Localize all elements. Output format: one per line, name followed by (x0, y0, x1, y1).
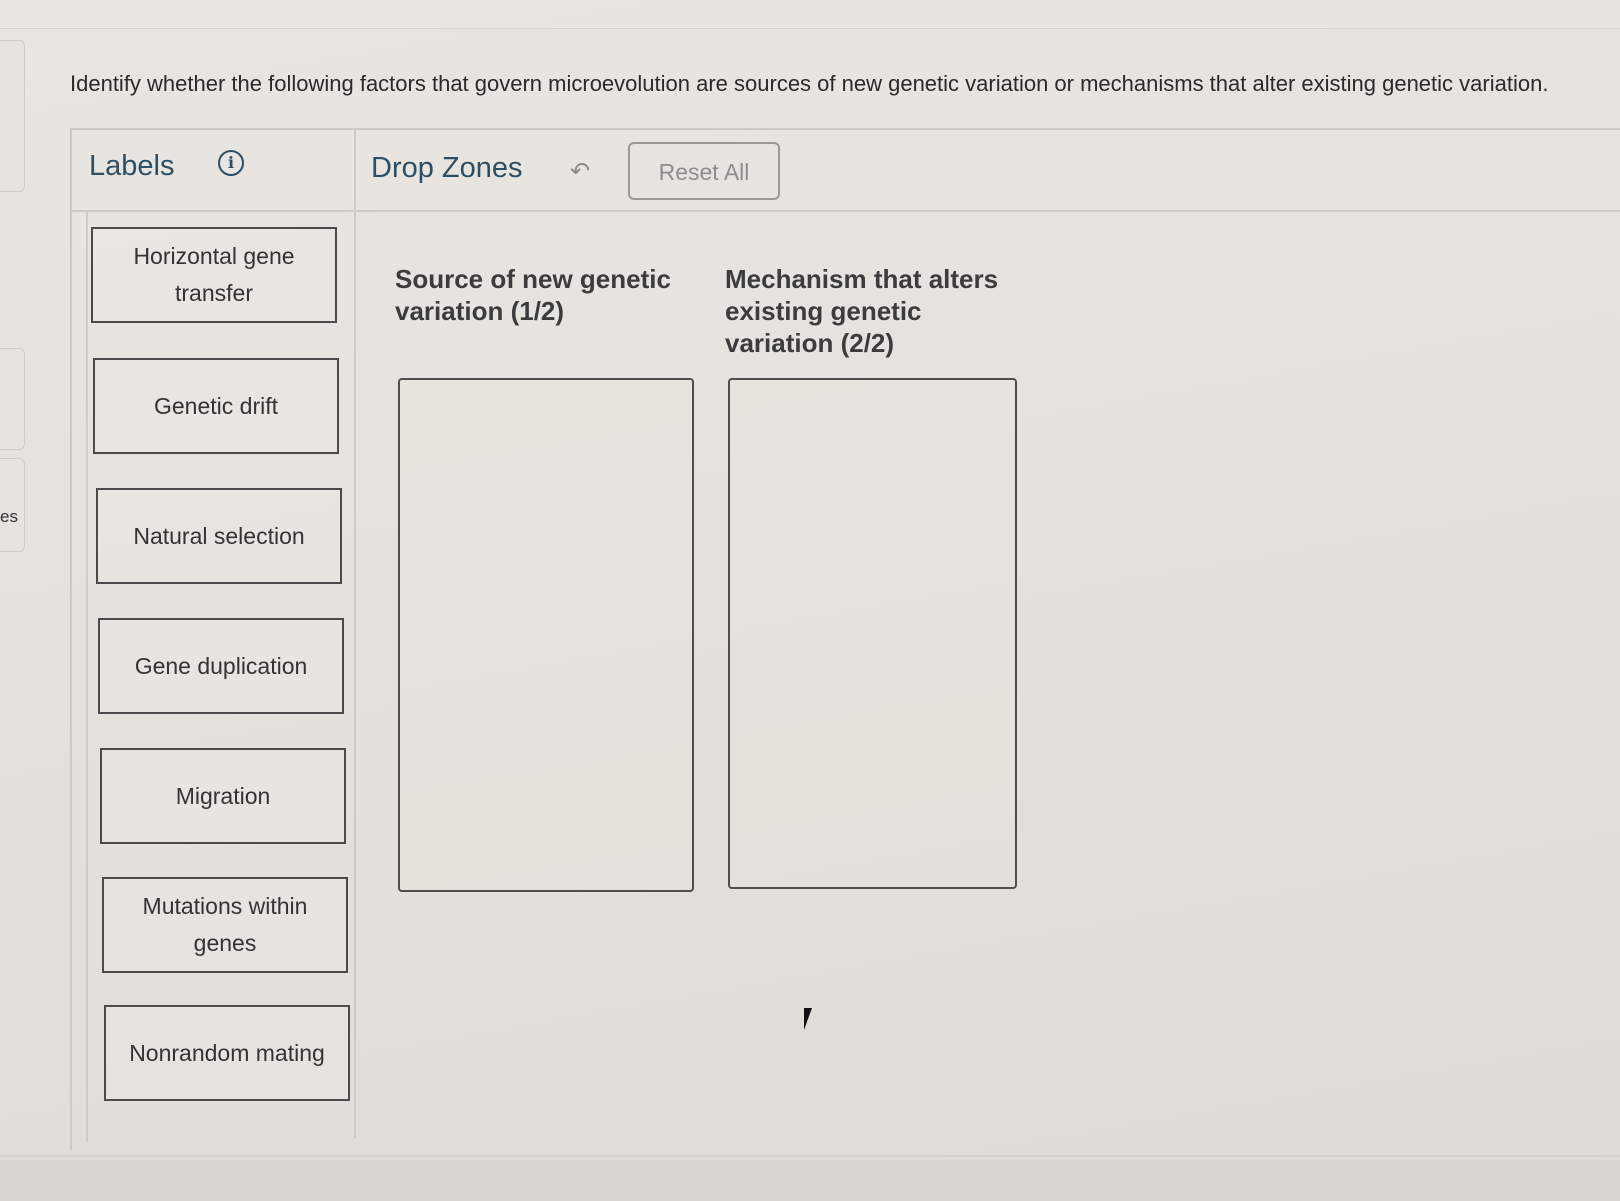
label-card-nonrandom-mating[interactable]: Nonrandom mating (104, 1005, 350, 1101)
mouse-cursor-icon (804, 1008, 820, 1030)
label-card-migration[interactable]: Migration (100, 748, 346, 844)
drop-zones-title: Drop Zones (371, 152, 523, 184)
label-card-mutations-within-genes[interactable]: Mutations within genes (102, 877, 348, 973)
label-card-gene-duplication[interactable]: Gene duplication (98, 618, 344, 714)
bottom-divider (0, 1155, 1620, 1157)
column-divider (354, 128, 356, 1138)
labels-title: Labels (89, 150, 175, 182)
drop-zone-new-variation[interactable] (398, 378, 694, 892)
drop-zone-title-new-variation: Source of new genetic variation (1/2) (395, 264, 671, 326)
side-rail-tab[interactable] (0, 458, 25, 552)
undo-arrow-icon[interactable]: ↶ (570, 157, 590, 186)
drop-zone-alters-variation[interactable] (728, 378, 1017, 889)
reset-all-button[interactable]: Reset All (628, 142, 780, 200)
side-rail-tab[interactable] (0, 348, 25, 450)
drop-zone-title-alters-variation: Mechanism that alters existing genetic v… (725, 264, 999, 358)
question-prompt: Identify whether the following factors t… (70, 71, 1549, 96)
header-divider (70, 210, 1620, 212)
footer-navigation-bar (0, 1160, 1620, 1201)
labels-column-edge (86, 212, 88, 1142)
label-card-natural-selection[interactable]: Natural selection (96, 488, 342, 584)
side-rail-text: es (0, 507, 18, 526)
label-card-genetic-drift[interactable]: Genetic drift (93, 358, 339, 454)
top-divider (0, 28, 1620, 29)
side-rail-tab[interactable] (0, 40, 25, 192)
label-card-horizontal-gene-transfer[interactable]: Horizontal gene transfer (91, 227, 337, 323)
info-icon[interactable]: i (218, 150, 244, 176)
